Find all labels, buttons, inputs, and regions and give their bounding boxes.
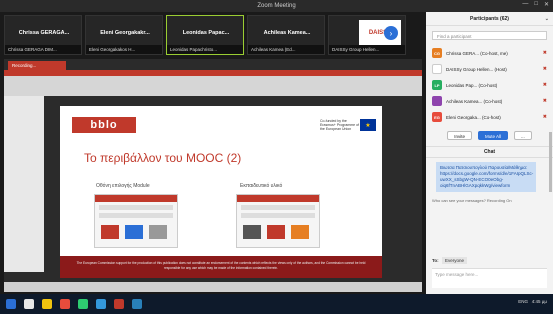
app-icon[interactable] [60, 299, 70, 309]
avatar [432, 96, 442, 106]
chat-notice: Who can see your messages? Recording On [432, 198, 512, 203]
mic-muted-icon[interactable]: ✖ [543, 98, 547, 104]
participant-row[interactable]: EG Eleni Georgaka... (Co-host) ✖ [426, 109, 553, 125]
app-icon[interactable] [96, 299, 106, 309]
tile-caption: Chrissa GERAGA DIM... [5, 45, 81, 54]
system-tray: ENG 4:45 μμ [518, 299, 547, 304]
participant-name: Leonidas Pap... (Co-host) [446, 82, 498, 88]
mic-muted-icon[interactable]: ✖ [543, 50, 547, 56]
participant-name: Chrissa GERA... (Co-host, me) [446, 50, 508, 56]
video-strip: Chrissa GERAGA... Chrissa GERAGA DIM... … [0, 12, 426, 58]
mic-muted-icon[interactable]: ✖ [543, 82, 547, 88]
mic-muted-icon[interactable]: ✖ [543, 66, 547, 72]
chat-scrollbar[interactable] [549, 132, 552, 192]
chevron-right-icon[interactable]: › [384, 26, 398, 40]
eu-flag-icon: ★ [360, 119, 376, 131]
windows-taskbar: ENG 4:45 μμ [0, 294, 553, 314]
left-label: Οθόνη επιλογής Module [96, 183, 150, 189]
material-screenshot [236, 194, 320, 248]
collapse-icon[interactable]: ⌄ [545, 16, 549, 22]
start-icon[interactable] [6, 299, 16, 309]
participant-actions: Invite Mute All ... [426, 131, 553, 140]
participants-header: Participants (62) ⌄ [426, 12, 553, 26]
powerpoint-icon[interactable] [114, 299, 124, 309]
clock[interactable]: 4:45 μμ [532, 299, 547, 304]
window-title: Zoom Meeting [257, 3, 296, 9]
more-button[interactable]: ... [514, 131, 532, 140]
tile-name: Leonidas Papac... [182, 30, 230, 36]
participant-name: DAISSy Group Hellen... (Host) [446, 66, 507, 72]
video-tile[interactable]: Achileas Kamea... Achileas Kamea (Ed... [247, 15, 325, 55]
avatar [432, 64, 442, 74]
module-screenshot [94, 194, 178, 248]
powerpoint-ribbon [4, 70, 422, 96]
participant-name: Eleni Georgaka... (Co-host) [446, 114, 501, 120]
participant-row[interactable]: CG Chrissa GERA... (Co-host, me) ✖ [426, 45, 553, 61]
participant-row[interactable]: DAISSy Group Hellen... (Host) ✖ [426, 61, 553, 77]
mic-muted-icon[interactable]: ✖ [543, 114, 547, 120]
avatar: LP [432, 80, 442, 90]
language-indicator[interactable]: ENG [518, 299, 528, 304]
recipient-dropdown[interactable]: Everyone [441, 257, 467, 264]
right-panel: Participants (62) ⌄ Find a participant C… [426, 12, 553, 294]
folder-icon[interactable] [42, 299, 52, 309]
chat-message[interactable]: Βιωτσα Πατσιουπογλού Παρουσία/Μάθημα: ht… [436, 162, 536, 192]
minimize-button[interactable]: — [522, 1, 528, 8]
search-icon[interactable] [24, 299, 34, 309]
video-tile-active-speaker[interactable]: Leonidas Papac... Leonidas Papachristo..… [166, 15, 244, 55]
tile-caption: Achileas Kamea (Ed... [248, 45, 324, 54]
close-button[interactable]: ✕ [544, 1, 549, 8]
tile-caption: Leonidas Papachristo... [167, 45, 243, 54]
tile-name: Chrissa GERAGA... [18, 30, 70, 36]
tile-name: Eleni Georgakakr... [100, 30, 150, 36]
to-label: To: [432, 258, 439, 263]
eu-funding-text: Co-funded by the Erasmus+ Programme of t… [320, 119, 359, 131]
window-controls: — □ ✕ [522, 1, 549, 8]
invite-button[interactable]: Invite [447, 131, 472, 140]
participants-title: Participants (62) [470, 15, 509, 22]
ribbon-commands [4, 76, 422, 82]
tile-caption: Eleni Georgakakos H... [86, 45, 162, 54]
recording-badge: Recording... [8, 61, 66, 70]
slide-disclaimer: The European Commission support for the … [60, 256, 382, 278]
right-label: Εκπαιδευτικό υλικό [240, 183, 283, 189]
participant-row[interactable]: LP Leonidas Pap... (Co-host) ✖ [426, 77, 553, 93]
powerpoint-status-bar [4, 282, 422, 292]
slide-thumbnails-pane [4, 96, 44, 272]
presentation-slide: bblo Co-funded by the Erasmus+ Programme… [60, 106, 382, 278]
tile-name: Achileas Kamea... [263, 30, 311, 36]
video-tile[interactable]: Eleni Georgakakr... Eleni Georgakakos H.… [85, 15, 163, 55]
participant-name: Achileas Kamea... (Co-host) [446, 98, 503, 104]
meeting-area: Chrissa GERAGA... Chrissa GERAGA DIM... … [0, 12, 426, 294]
slide-title: Το περιβάλλον του MOOC (2) [84, 151, 242, 165]
screen-share: Recording... bblo Co-funded by the Erasm… [4, 59, 422, 292]
tile-caption: DAISSy Group Hellen... [329, 45, 405, 54]
maximize-button[interactable]: □ [534, 1, 538, 8]
chat-header: Chat [426, 146, 553, 158]
title-bar: Zoom Meeting — □ ✕ [0, 0, 553, 12]
chat-title: Chat [483, 149, 496, 155]
avatar: EG [432, 112, 442, 122]
zoom-icon[interactable] [132, 299, 142, 309]
project-logo: bblo [72, 117, 136, 133]
recipient-selector[interactable]: To: Everyone [432, 257, 467, 264]
mute-all-button[interactable]: Mute All [477, 131, 508, 140]
video-tile[interactable]: Chrissa GERAGA... Chrissa GERAGA DIM... [4, 15, 82, 55]
chat-input[interactable]: Type message here... [432, 268, 547, 288]
avatar: CG [432, 48, 442, 58]
participant-search-input[interactable]: Find a participant [432, 31, 547, 40]
app-icon[interactable] [78, 299, 88, 309]
participant-row[interactable]: Achileas Kamea... (Co-host) ✖ [426, 93, 553, 109]
